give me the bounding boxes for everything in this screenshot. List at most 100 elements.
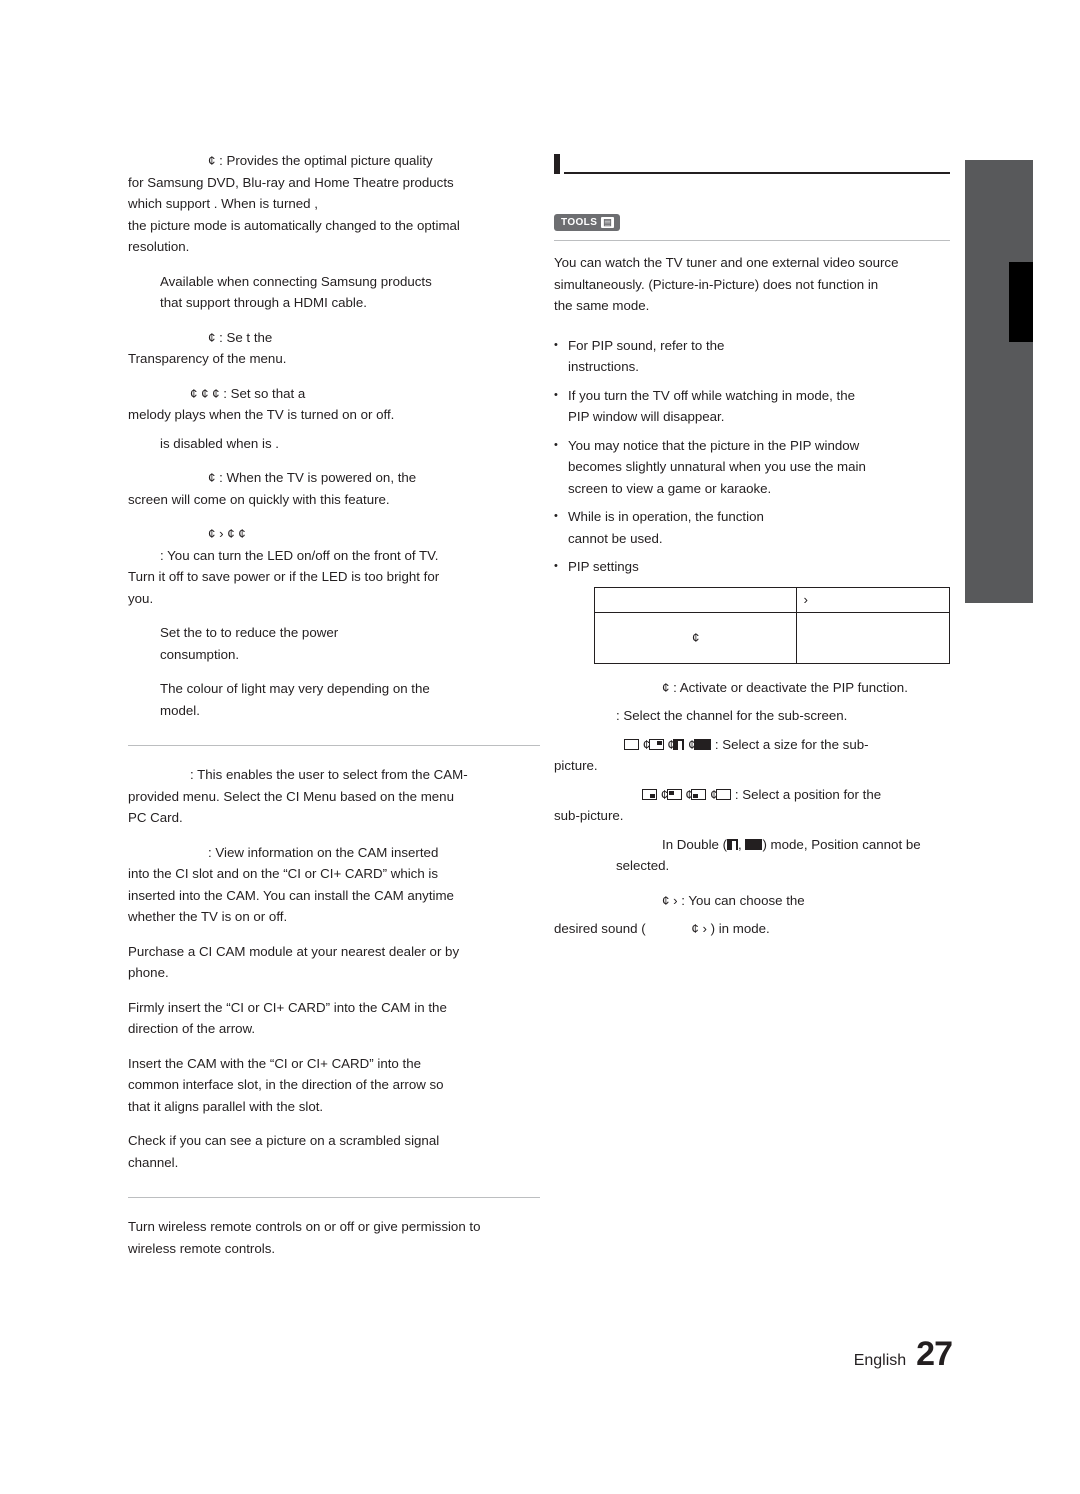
colour-note-line-1: The colour of light may very depending o… [160, 681, 430, 696]
pip-double-text-post: ) mode, Position cannot be [762, 836, 921, 852]
bullet-3-line-3: screen to view a game or karaoke. [568, 480, 772, 496]
list-item-text: While is in operation, the function cann… [568, 506, 954, 549]
standby-line-2: screen will come on quickly with this fe… [128, 491, 390, 507]
bullet-icon: • [554, 438, 558, 451]
cam-info-line-4: whether the TV is on or off. [128, 909, 288, 924]
pip-sound-line: ¢ › : You can choose the [662, 892, 805, 908]
pip-double-line-2: selected. [616, 858, 670, 873]
bullet-4-line-1: While is in operation, the function [568, 509, 764, 524]
pip-bullet-list: • For PIP sound, refer to the instructio… [554, 335, 954, 578]
anynet-line-5: resolution. [128, 239, 190, 254]
pip-position-line: ¢ ¢ ¢ : Select a position for the [554, 784, 954, 806]
light-effect-line-1: ¢ › ¢ ¢ [208, 526, 246, 541]
section-header-pip [554, 150, 950, 176]
pip-position-line-2: sub-picture. [554, 808, 624, 823]
bullet-3-line-1: You may notice that the picture in the P… [568, 437, 860, 453]
bullet-1-line-2: instructions. [568, 359, 639, 374]
melody-line-1: ¢ ¢ ¢ : Set so that a [190, 385, 306, 401]
tools-divider [554, 240, 950, 241]
insert-line-2: direction of the arrow. [128, 1021, 256, 1036]
position-icon-bottom-left [691, 789, 707, 801]
list-item-text: PIP settings [568, 556, 954, 578]
light-effect-line-2: : You can turn the LED on/off on the fro… [160, 547, 439, 563]
section-divider-wireless [128, 1197, 540, 1198]
table-cell-setting-name: ¢ [593, 611, 798, 664]
table-cell-setting-value: › [796, 586, 950, 613]
bullet-icon: • [554, 338, 558, 351]
table-cell-setting-name [593, 586, 798, 613]
purchase-line-1: Purchase a CI CAM module at your nearest… [128, 943, 460, 959]
list-item-text: You may notice that the picture in the P… [568, 435, 954, 500]
tools-badge[interactable]: TOOLS ▤ [554, 214, 621, 231]
pip-sound-text-pre: desired sound ( [554, 921, 646, 936]
cam-info-line-2: into the CI slot and on the “CI or CI+ C… [128, 866, 439, 881]
check-line-1: Check if you can see a picture on a scra… [128, 1133, 440, 1148]
position-icon-bottom-right [642, 789, 657, 801]
pip-sound-text-mid: ¢ › ) in mode. [691, 921, 770, 936]
bullet-2-line-2: PIP window will disappear. [568, 409, 725, 424]
pip-position-text: : Select a position for the [734, 786, 882, 802]
transparency-line-1: ¢ : Se t the [208, 329, 273, 345]
insert-line-5: that it aligns parallel with the slot. [128, 1098, 324, 1114]
list-item-text: If you turn the TV off while watching in… [568, 385, 954, 428]
anynet-line-1: ¢ : Provides the optimal picture quality [208, 153, 433, 168]
pip-double-text-mid: , [738, 836, 746, 852]
pip-intro-line-3: the same mode. [554, 298, 650, 313]
list-item-text: For PIP sound, refer to the instructions… [568, 335, 954, 378]
pip-size-text: : Select a size for the sub- [714, 736, 869, 752]
cam-info-line-1: : View information on the CAM inserted [208, 844, 439, 860]
set-power-line-2: consumption. [160, 646, 240, 662]
ci-menu-line-3: PC Card. [128, 810, 183, 825]
footer-language: English [853, 1352, 907, 1369]
size-icon-double [673, 739, 685, 751]
list-item: • You may notice that the picture in the… [554, 435, 954, 500]
position-icon-top-left [666, 789, 682, 801]
section-rule [564, 172, 950, 174]
check-line-2: channel. [128, 1154, 179, 1170]
melody-line-2: melody plays when the TV is turned on or… [128, 407, 395, 422]
list-item: • While is in operation, the function ca… [554, 506, 954, 549]
bullet-5-line-1: PIP settings [568, 559, 639, 574]
pip-size-line: ¢ ¢ ¢ : Select a size for the sub- [554, 734, 954, 756]
bullet-1-line-1: For PIP sound, refer to the [568, 337, 725, 353]
pip-double-line: In Double (, ) mode, Position cannot be [554, 834, 954, 856]
available-note-line-2: that support through a HDMI cable. [160, 295, 367, 310]
ci-menu-line-1: : This enables the user to select from t… [190, 767, 468, 782]
position-icon-top-right [716, 789, 732, 801]
page-edge-bar [965, 160, 1033, 603]
purchase-line-2: phone. [128, 965, 169, 980]
page-edge-bar-highlight [1009, 262, 1033, 342]
bullet-4-line-2: cannot be used. [568, 530, 663, 546]
list-item: • PIP settings [554, 556, 954, 578]
bullet-icon: • [554, 388, 558, 401]
wireless-line-1: Turn wireless remote controls on or off … [128, 1219, 481, 1234]
bullet-icon: • [554, 560, 558, 572]
table-row: ¢ [593, 611, 950, 664]
page-edge-bar-gap [958, 160, 965, 603]
light-effect-line-3: Turn it off to save power or if the LED … [128, 569, 440, 584]
pip-settings-table: › ¢ [593, 586, 950, 664]
page-footer: English 27 [853, 1335, 953, 1374]
set-power-line-1: Set the to to reduce the power [160, 625, 339, 640]
section-divider-ci [128, 745, 540, 746]
melody-note: is disabled when is . [160, 435, 279, 451]
pip-channel-line: : Select the channel for the sub-screen. [616, 708, 848, 723]
pip-sound-line-2: desired sound ( ¢ › ) in mode. [554, 918, 954, 940]
left-column: ¢ : Provides the optimal picture quality… [128, 150, 540, 1259]
pip-size-line-2: picture. [554, 758, 598, 773]
bullet-2-line-1: If you turn the TV off while watching in… [568, 387, 856, 403]
right-column: TOOLS ▤ You can watch the TV tuner and o… [554, 150, 954, 940]
size-icon-a [624, 739, 639, 751]
light-effect-line-4: you. [128, 590, 154, 606]
pip-intro-line-1: You can watch the TV tuner and one exter… [554, 255, 899, 270]
insert-line-4: common interface slot, in the direction … [128, 1077, 444, 1092]
list-item: • For PIP sound, refer to the instructio… [554, 335, 954, 378]
anynet-line-3: which support . When is turned , [128, 196, 318, 211]
insert-line-1: Firmly insert the “CI or CI+ CARD” into … [128, 999, 447, 1015]
cam-info-line-3: inserted into the CAM. You can install t… [128, 887, 454, 903]
double-mode-icon-2 [745, 839, 763, 851]
section-tick-mark [554, 154, 560, 174]
size-icon-wide [694, 739, 712, 751]
bullet-3-line-2: becomes slightly unnatural when you use … [568, 459, 866, 474]
wireless-line-2: wireless remote controls. [128, 1240, 276, 1256]
